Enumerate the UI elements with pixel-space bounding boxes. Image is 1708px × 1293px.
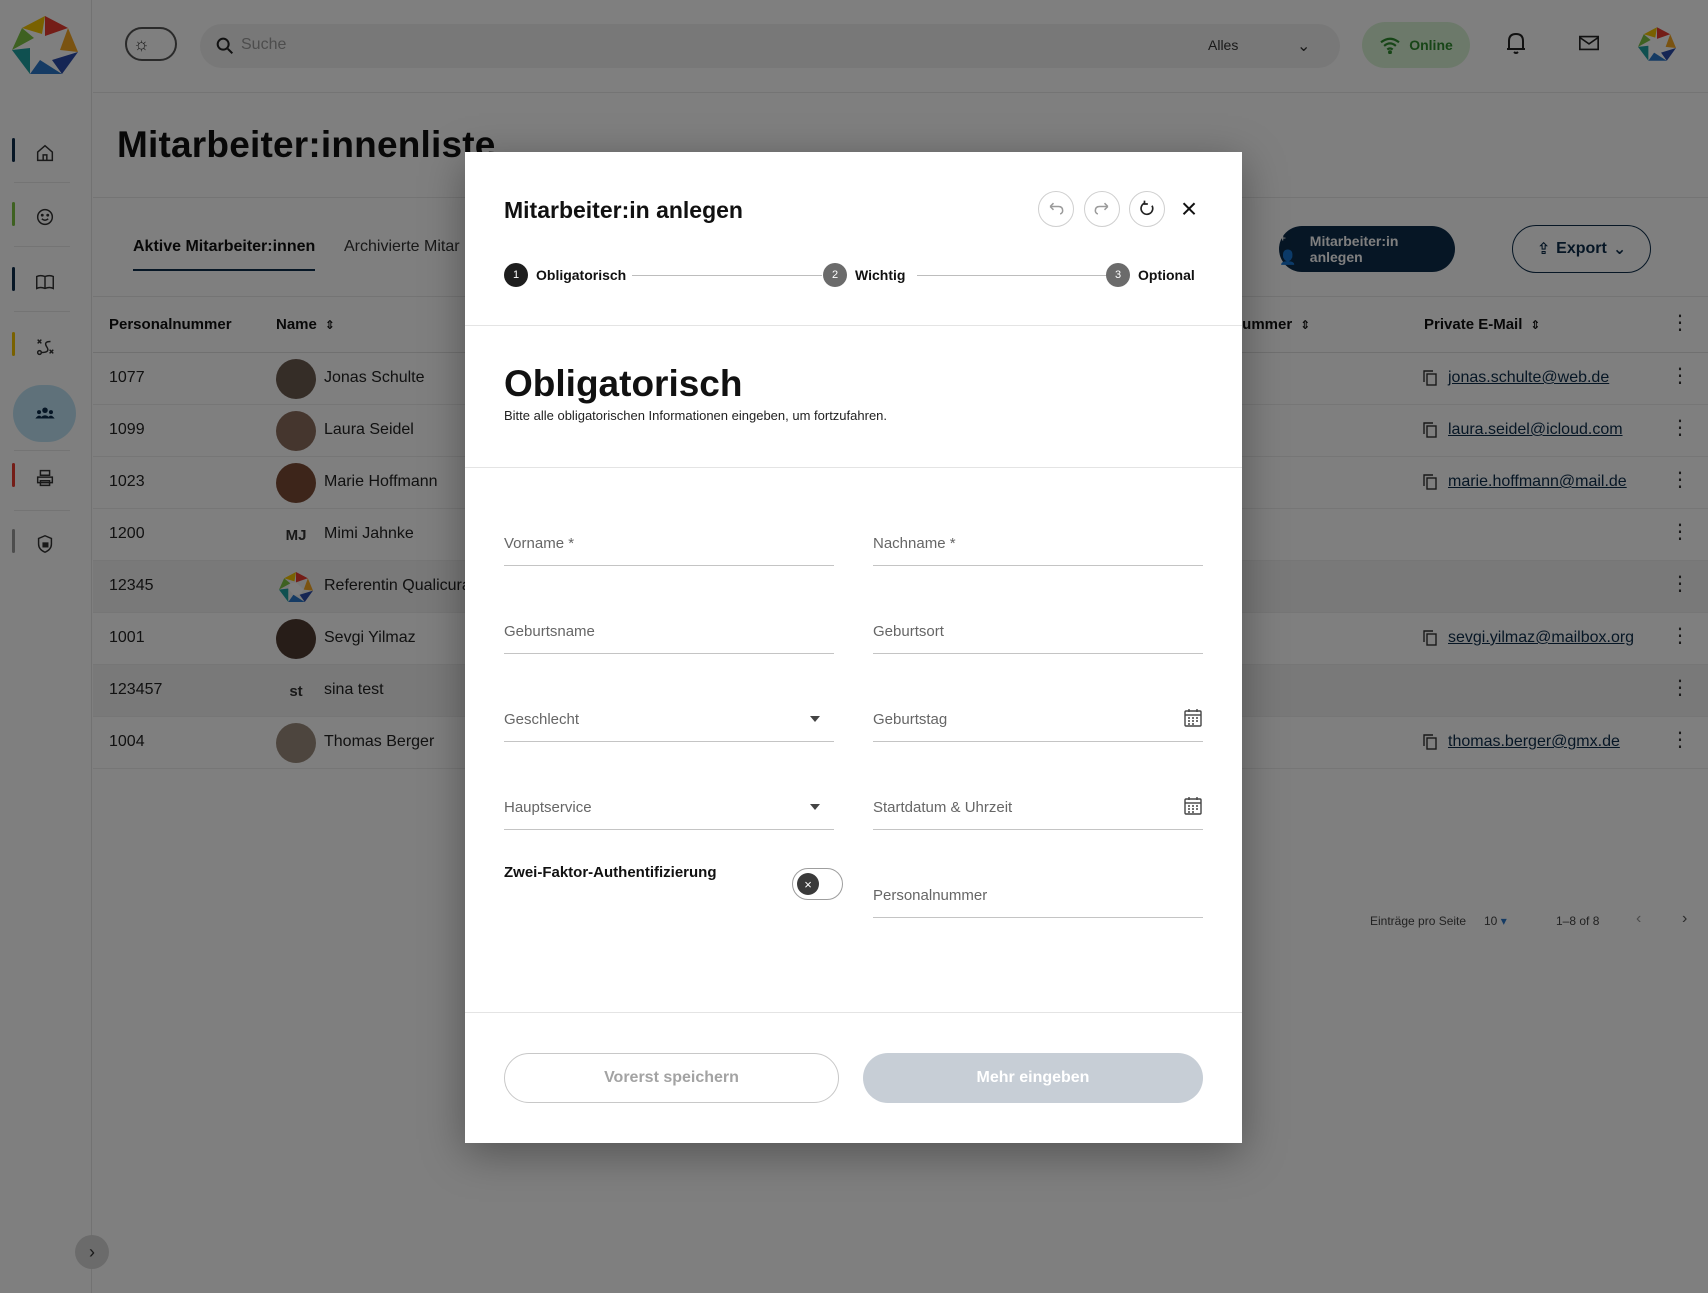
undo-icon (1049, 202, 1064, 215)
step-3-badge: 3 (1106, 263, 1130, 287)
birth-place-field[interactable]: Geburtsort (873, 610, 1203, 654)
save-draft-button[interactable]: Vorerst speichern (504, 1053, 839, 1103)
calendar-icon[interactable] (1183, 708, 1203, 728)
divider (465, 325, 1242, 326)
create-employee-dialog: Mitarbeiter:in anlegen × 1 Obligatorisch… (465, 152, 1242, 1143)
stepper: 1 Obligatorisch 2 Wichtig 3 Optional (504, 262, 1204, 288)
divider (465, 1012, 1242, 1013)
last-name-field[interactable]: Nachname * (873, 522, 1203, 566)
close-icon[interactable]: × (1175, 195, 1203, 223)
redo-button[interactable] (1084, 191, 1120, 227)
continue-button[interactable]: Mehr eingeben (863, 1053, 1203, 1103)
first-name-field[interactable]: Vorname * (504, 522, 834, 566)
start-datetime-label: Startdatum & Uhrzeit (873, 799, 1013, 816)
dialog-title: Mitarbeiter:in anlegen (504, 197, 743, 223)
gender-label: Geschlecht (504, 711, 580, 728)
first-name-label: Vorname * (504, 535, 575, 552)
main-service-select[interactable]: Hauptservice (504, 786, 834, 830)
caret-down-icon (810, 804, 820, 810)
birth-name-label: Geburtsname (504, 623, 595, 640)
birthday-label: Geburtstag (873, 711, 948, 728)
redo-icon (1094, 202, 1109, 215)
step-connector (632, 275, 822, 276)
step-2-label[interactable]: Wichtig (855, 267, 905, 283)
undo-button[interactable] (1038, 191, 1074, 227)
step-connector (917, 275, 1107, 276)
step-1-badge: 1 (504, 263, 528, 287)
calendar-icon[interactable] (1183, 796, 1203, 816)
section-subtitle: Bitte alle obligatorischen Informationen… (504, 408, 888, 423)
birthday-field[interactable]: Geburtstag (873, 698, 1203, 742)
step-3-label[interactable]: Optional (1138, 267, 1195, 283)
birth-place-label: Geburtsort (873, 623, 944, 640)
personnel-number-field[interactable]: Personalnummer (873, 874, 1203, 918)
toggle-off-icon: × (797, 873, 819, 895)
step-2-badge: 2 (823, 263, 847, 287)
personnel-number-label: Personalnummer (873, 887, 988, 904)
birth-name-field[interactable]: Geburtsname (504, 610, 834, 654)
main-service-label: Hauptservice (504, 799, 592, 816)
start-datetime-field[interactable]: Startdatum & Uhrzeit (873, 786, 1203, 830)
caret-down-icon (810, 716, 820, 722)
reset-button[interactable] (1129, 191, 1165, 227)
two-factor-label: Zwei-Faktor-Authentifizierung (504, 864, 717, 881)
section-title: Obligatorisch (504, 363, 743, 404)
divider (465, 467, 1242, 468)
refresh-icon (1140, 200, 1154, 216)
two-factor-toggle[interactable]: × (792, 868, 843, 900)
step-1-label[interactable]: Obligatorisch (536, 267, 626, 283)
last-name-label: Nachname * (873, 535, 956, 552)
gender-select[interactable]: Geschlecht (504, 698, 834, 742)
